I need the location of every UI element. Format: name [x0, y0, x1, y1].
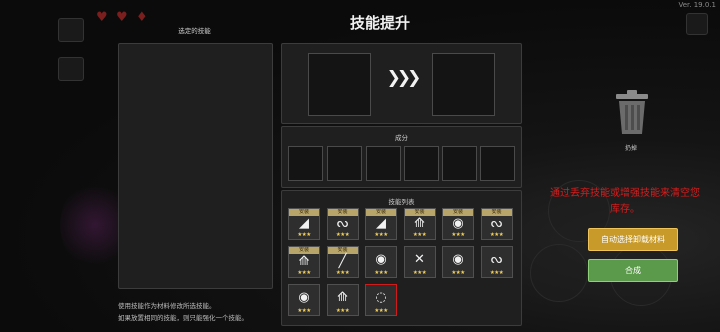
equipped-tag: 安装 [481, 209, 512, 216]
star-rating: ★★★ [335, 308, 350, 314]
skill-item-arrows[interactable]: 安装 ⟰ ★★★ [403, 208, 436, 240]
slash-icon: ◢ [376, 216, 386, 231]
skill-list-panel: 技能列表 安装 ◢ ★★★ 安装 ᔓ ★★★ 安装 ◢ ★★★ 安装 ⟰ ★★★ 安装 ◉ ★★★ 安装 ᔓ ★★… [281, 190, 522, 326]
version-text: Ver. 19.0.1 [678, 1, 716, 9]
equipped-tag: 安装 [327, 209, 358, 216]
skill-item-arrows[interactable]: 安装 ⟰ ★★★ [288, 246, 320, 278]
warning-line-2: 库存。 [610, 204, 640, 215]
skill-item-orb[interactable]: ◉ ★★★ [365, 246, 397, 278]
serpent-icon: ᔓ [336, 216, 349, 231]
skill-list-label: 技能列表 [388, 198, 415, 206]
skill-item-beam[interactable]: 安装 ╱ ★★★ [326, 246, 359, 278]
star-rating: ★★★ [451, 270, 465, 276]
orb-icon: ◉ [452, 252, 464, 267]
hint-line-2: 如果放置相同的技能，则只能强化一个技能。 [118, 314, 248, 322]
hint-line-1: 使用技能作为材料修改所选技能。 [118, 302, 216, 310]
skill-item-slash[interactable]: 安装 ◢ ★★★ [288, 208, 320, 240]
serpent-icon: ᔓ [490, 252, 503, 267]
selected-skill-label: 选定的技能 [178, 27, 211, 35]
serpent-icon: ᔓ [490, 216, 503, 231]
auto-select-materials-button[interactable]: 自动选择卸载材料 [588, 228, 678, 251]
star-rating: ★★★ [451, 232, 465, 238]
skill-item-orb[interactable]: 安装 ◉ ★★★ [442, 208, 474, 240]
skill-item-swirl[interactable]: ◌ ★★★ [365, 284, 397, 316]
skill-item-serpent[interactable]: 安装 ᔓ ★★★ [480, 208, 513, 240]
skill-item-cross[interactable]: ✕ ★★★ [403, 246, 436, 278]
skill-circle [530, 244, 588, 302]
equipped-tag: 安装 [289, 247, 319, 254]
skill-item-serpent[interactable]: 安装 ᔓ ★★★ [326, 208, 359, 240]
star-rating: ★★★ [297, 270, 311, 276]
orb-icon: ◉ [375, 252, 387, 267]
material-slot[interactable] [404, 146, 439, 181]
star-rating: ★★★ [412, 232, 427, 238]
skill-item-arrows[interactable]: ⟰ ★★★ [326, 284, 359, 316]
skill-item-orb[interactable]: ◉ ★★★ [442, 246, 474, 278]
pause-button[interactable] [686, 13, 708, 35]
orb-icon: ◉ [298, 290, 310, 305]
star-rating: ★★★ [489, 232, 504, 238]
upgrade-preview-panel: ❯❯❯ [281, 43, 522, 124]
star-rating: ★★★ [489, 270, 504, 276]
star-rating: ★★★ [374, 270, 388, 276]
star-rating: ★★★ [412, 270, 427, 276]
star-rating: ★★★ [297, 232, 311, 238]
merge-button[interactable]: 合成 [588, 259, 678, 282]
trash-label: 扔掉 [624, 145, 637, 152]
selected-skill-panel[interactable] [118, 43, 273, 289]
arrows-icon: ⟰ [414, 216, 425, 231]
arrows-icon: ⟰ [337, 290, 348, 305]
heart-icon: ♥ [96, 10, 108, 25]
heart-icon: ♦ [136, 10, 148, 25]
warning-line-1: 通过丢弃技能或增强技能来清空您 [550, 188, 700, 199]
page-title: 技能提升 [349, 14, 410, 32]
arrows-icon: ⟰ [298, 254, 310, 269]
material-slot[interactable] [366, 146, 401, 181]
heart-icon: ♥ [116, 10, 128, 25]
material-slot[interactable] [442, 146, 477, 181]
equipped-tag: 安装 [289, 209, 319, 216]
skill-item-serpent[interactable]: ᔓ ★★★ [480, 246, 513, 278]
arrow-icon: ❯❯❯ [386, 68, 422, 88]
slash-icon: ◢ [299, 216, 309, 231]
equipped-tag: 安装 [443, 209, 473, 216]
skill-item-slash[interactable]: 安装 ◢ ★★★ [365, 208, 397, 240]
inventory-icon[interactable] [58, 18, 84, 42]
star-rating: ★★★ [297, 308, 311, 314]
swirl-icon: ◌ [375, 290, 387, 305]
before-slot [308, 53, 371, 116]
materials-panel: 成分 [281, 126, 522, 188]
material-slot[interactable] [327, 146, 362, 181]
star-rating: ★★★ [335, 232, 350, 238]
materials-label: 成分 [395, 134, 408, 142]
star-rating: ★★★ [374, 308, 388, 314]
equipped-tag: 安装 [366, 209, 396, 216]
equipped-tag: 安装 [404, 209, 435, 216]
after-slot [432, 53, 495, 116]
cross-icon: ✕ [414, 252, 425, 267]
material-slot[interactable] [288, 146, 323, 181]
orb-icon: ◉ [452, 216, 464, 231]
material-slot[interactable] [480, 146, 515, 181]
star-rating: ★★★ [374, 232, 388, 238]
warning-message: 通过丢弃技能或增强技能来清空您 库存。 [530, 186, 720, 218]
beam-icon: ╱ [338, 254, 347, 269]
skill-grid: 安装 ◢ ★★★ 安装 ᔓ ★★★ 安装 ◢ ★★★ 安装 ⟰ ★★★ 安装 ◉ ★★★ 安装 ᔓ ★★★ 安装 ⟰ ★… [288, 208, 520, 324]
trash-icon[interactable] [612, 88, 652, 136]
skill-item-orb[interactable]: ◉ ★★★ [288, 284, 320, 316]
equipped-tag: 安装 [327, 247, 358, 254]
map-icon[interactable] [58, 57, 84, 81]
star-rating: ★★★ [335, 270, 350, 276]
